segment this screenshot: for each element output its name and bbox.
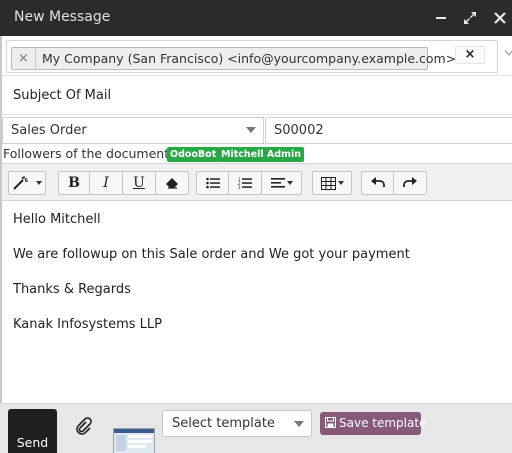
save-icon — [325, 417, 336, 428]
select-caret-icon — [294, 421, 304, 427]
eraser-icon[interactable] — [156, 171, 189, 195]
select-caret-icon — [246, 127, 256, 133]
paperclip-icon[interactable] — [74, 417, 92, 435]
subject-value: Subject Of Mail — [13, 88, 112, 103]
ordered-list-icon[interactable]: 1 2 3 — [229, 171, 262, 195]
followers-label: Followers of the document: — [3, 146, 174, 161]
editor-toolbar: B I U 1 2 3 — [2, 163, 512, 201]
recipient-tag: × My Company (San Francisco) <info@yourc… — [11, 47, 456, 70]
dialog-header: New Message — [0, 0, 512, 36]
bold-button[interactable]: B — [58, 171, 90, 195]
recipients-input[interactable]: × My Company (San Francisco) <info@yourc… — [6, 40, 498, 73]
followers-row: Followers of the document: OdooBot Mitch… — [2, 145, 512, 163]
follower-badge[interactable]: OdooBot — [167, 147, 220, 162]
unordered-list-icon[interactable] — [196, 171, 229, 195]
body-paragraph: We are followup on this Sale order and W… — [13, 247, 410, 262]
chevron-down-icon[interactable] — [504, 48, 512, 59]
recipients-row: × My Company (San Francisco) <info@yourc… — [2, 36, 512, 76]
redo-icon[interactable] — [394, 171, 427, 195]
attachment-thumbnail[interactable] — [113, 428, 155, 453]
follower-badge[interactable]: Mitchell Admin — [218, 147, 304, 162]
remove-recipient-button[interactable]: × — [12, 48, 36, 69]
align-icon[interactable] — [262, 171, 302, 195]
svg-text:3: 3 — [238, 185, 241, 189]
table-icon[interactable] — [312, 171, 352, 195]
message-body-editor[interactable]: Hello Mitchell We are followup on this S… — [2, 202, 512, 402]
document-model-select[interactable]: Sales Order — [2, 117, 264, 144]
undo-icon[interactable] — [361, 171, 394, 195]
document-reference-input[interactable]: S00002 — [265, 117, 512, 144]
recipient-tag-label: My Company (San Francisco) <info@yourcom… — [42, 51, 457, 66]
dialog-title: New Message — [14, 9, 111, 25]
minimize-icon[interactable] — [433, 10, 449, 26]
italic-button[interactable]: I — [90, 171, 123, 195]
template-select-value: Select template — [172, 416, 275, 431]
save-template-button[interactable]: Save template — [320, 412, 426, 435]
underline-button[interactable]: U — [123, 171, 156, 195]
body-paragraph: Kanak Infosystems LLP — [13, 317, 162, 332]
close-icon[interactable] — [492, 10, 508, 26]
expand-icon[interactable] — [462, 10, 478, 26]
body-paragraph: Hello Mitchell — [13, 212, 101, 227]
save-template-label: Save template — [339, 416, 427, 430]
dialog-footer: Send Select template Save template — [0, 403, 512, 453]
clear-recipients-button[interactable]: × — [455, 46, 485, 64]
subject-field[interactable]: Subject Of Mail — [2, 77, 512, 115]
body-paragraph: Thanks & Regards — [13, 282, 131, 297]
send-button[interactable]: Send — [8, 409, 57, 453]
document-model-value: Sales Order — [11, 123, 87, 138]
document-reference-value: S00002 — [274, 123, 324, 138]
magic-wand-icon[interactable] — [8, 171, 46, 195]
send-button-label: Send — [16, 435, 49, 450]
template-select[interactable]: Select template — [162, 410, 312, 437]
